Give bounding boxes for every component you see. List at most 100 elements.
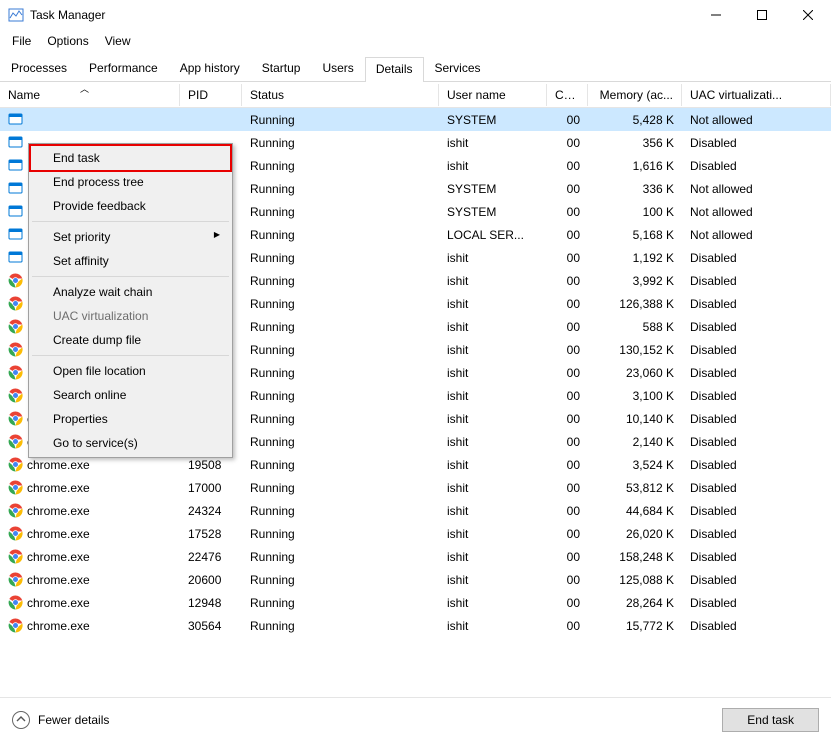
chrome-icon [8, 503, 23, 518]
chrome-icon [8, 549, 23, 564]
process-uac: Disabled [682, 456, 831, 474]
process-status: Running [242, 295, 439, 313]
process-cpu: 00 [547, 571, 588, 589]
maximize-button[interactable] [739, 0, 785, 30]
table-row[interactable]: chrome.exe22476Runningishit00158,248 KDi… [0, 545, 831, 568]
col-pid[interactable]: PID [180, 84, 242, 106]
table-row[interactable]: chrome.exe17528Runningishit0026,020 KDis… [0, 522, 831, 545]
process-memory: 2,140 K [588, 433, 682, 451]
process-name: chrome.exe [27, 458, 90, 472]
context-set-priority[interactable]: Set priority▶ [31, 225, 230, 249]
context-open-file-location[interactable]: Open file location [31, 359, 230, 383]
process-cpu: 00 [547, 410, 588, 428]
fewer-details-toggle[interactable]: Fewer details [12, 711, 109, 729]
process-memory: 53,812 K [588, 479, 682, 497]
chrome-icon [8, 595, 23, 610]
tab-processes[interactable]: Processes [0, 56, 78, 81]
close-button[interactable] [785, 0, 831, 30]
process-uac: Disabled [682, 571, 831, 589]
app-window-icon [8, 204, 23, 219]
process-cpu: 00 [547, 456, 588, 474]
process-user: ishit [439, 249, 547, 267]
col-status[interactable]: Status [242, 84, 439, 106]
context-properties[interactable]: Properties [31, 407, 230, 431]
app-window-icon [8, 250, 23, 265]
process-status: Running [242, 617, 439, 635]
process-cpu: 00 [547, 594, 588, 612]
chrome-icon [8, 457, 23, 472]
process-user: ishit [439, 456, 547, 474]
process-uac: Disabled [682, 502, 831, 520]
table-row[interactable]: chrome.exe12948Runningishit0028,264 KDis… [0, 591, 831, 614]
process-pid: 22476 [180, 548, 242, 566]
table-row[interactable]: chrome.exe20600Runningishit00125,088 KDi… [0, 568, 831, 591]
tab-details[interactable]: Details [365, 57, 424, 82]
tab-performance[interactable]: Performance [78, 56, 169, 81]
end-task-button[interactable]: End task [722, 708, 819, 732]
process-uac: Disabled [682, 318, 831, 336]
table-row[interactable]: RunningSYSTEM005,428 KNot allowed [0, 108, 831, 131]
context-set-affinity[interactable]: Set affinity [31, 249, 230, 273]
menu-file[interactable]: File [4, 32, 39, 50]
process-memory: 44,684 K [588, 502, 682, 520]
process-user: SYSTEM [439, 203, 547, 221]
titlebar: Task Manager [0, 0, 831, 30]
chrome-icon [8, 365, 23, 380]
window-controls [693, 0, 831, 30]
tab-users[interactable]: Users [311, 56, 364, 81]
process-user: ishit [439, 617, 547, 635]
process-memory: 130,152 K [588, 341, 682, 359]
fewer-details-label: Fewer details [38, 713, 109, 727]
col-name[interactable]: Name ︿ [0, 84, 180, 106]
process-user: ishit [439, 318, 547, 336]
context-analyze-wait-chain[interactable]: Analyze wait chain [31, 280, 230, 304]
process-cpu: 00 [547, 134, 588, 152]
menu-options[interactable]: Options [39, 32, 96, 50]
process-status: Running [242, 226, 439, 244]
tab-startup[interactable]: Startup [251, 56, 312, 81]
context-end-process-tree[interactable]: End process tree [31, 170, 230, 194]
tabbar: ProcessesPerformanceApp historyStartupUs… [0, 56, 831, 82]
process-cpu: 00 [547, 341, 588, 359]
context-end-task[interactable]: End task [29, 144, 232, 172]
menubar: File Options View [0, 30, 831, 52]
process-user: SYSTEM [439, 111, 547, 129]
col-cpu[interactable]: CPU [547, 84, 588, 106]
process-memory: 3,992 K [588, 272, 682, 290]
context-create-dump-file[interactable]: Create dump file [31, 328, 230, 352]
context-provide-feedback[interactable]: Provide feedback [31, 194, 230, 218]
process-status: Running [242, 341, 439, 359]
context-separator [32, 355, 229, 356]
process-user: ishit [439, 525, 547, 543]
app-window-icon [8, 227, 23, 242]
process-user: ishit [439, 433, 547, 451]
context-separator [32, 221, 229, 222]
table-row[interactable]: chrome.exe17000Runningishit0053,812 KDis… [0, 476, 831, 499]
process-memory: 5,168 K [588, 226, 682, 244]
process-user: ishit [439, 479, 547, 497]
menu-view[interactable]: View [97, 32, 139, 50]
tab-services[interactable]: Services [424, 56, 492, 81]
tab-app-history[interactable]: App history [169, 56, 251, 81]
process-uac: Disabled [682, 272, 831, 290]
process-uac: Disabled [682, 594, 831, 612]
process-memory: 3,100 K [588, 387, 682, 405]
table-row[interactable]: chrome.exe24324Runningishit0044,684 KDis… [0, 499, 831, 522]
chevron-right-icon: ▶ [214, 230, 220, 239]
process-status: Running [242, 456, 439, 474]
col-user[interactable]: User name [439, 84, 547, 106]
minimize-button[interactable] [693, 0, 739, 30]
col-memory[interactable]: Memory (ac... [588, 84, 682, 106]
context-go-to-service-s-[interactable]: Go to service(s) [31, 431, 230, 455]
process-uac: Disabled [682, 295, 831, 313]
process-pid [180, 118, 242, 122]
table-row[interactable]: chrome.exe30564Runningishit0015,772 KDis… [0, 614, 831, 637]
process-memory: 26,020 K [588, 525, 682, 543]
context-search-online[interactable]: Search online [31, 383, 230, 407]
process-status: Running [242, 180, 439, 198]
process-memory: 3,524 K [588, 456, 682, 474]
table-header: Name ︿ PID Status User name CPU Memory (… [0, 82, 831, 108]
col-uac[interactable]: UAC virtualizati... [682, 84, 831, 106]
process-status: Running [242, 571, 439, 589]
process-uac: Disabled [682, 387, 831, 405]
